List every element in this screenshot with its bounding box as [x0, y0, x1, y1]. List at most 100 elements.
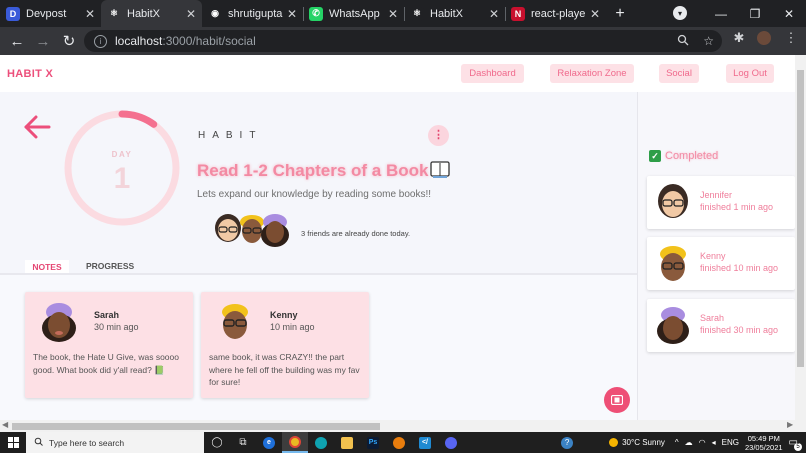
help-icon[interactable]: ? [561, 436, 574, 449]
tab-close-icon[interactable]: ✕ [489, 7, 499, 21]
browser-tab[interactable]: ◉ shrutigupta ✕ [202, 0, 303, 27]
tab-title: react-player [531, 7, 586, 20]
tab-notes[interactable]: NOTES [25, 260, 69, 274]
edge-legacy-icon[interactable]: e [256, 432, 282, 453]
horizontal-scroll-thumb[interactable] [12, 423, 380, 430]
taskbar-search-placeholder: Type here to search [49, 437, 125, 448]
note-avatar-kenny [222, 304, 248, 339]
nav-relaxation-zone[interactable]: Relaxation Zone [550, 64, 634, 83]
completed-heading: ✓ Completed [649, 150, 718, 162]
browser-tab[interactable]: D Devpost ✕ [0, 0, 101, 27]
photoshop-icon[interactable]: Ps [360, 432, 386, 453]
browser-tab[interactable]: ⚛ HabitX ✕ [404, 0, 505, 27]
discord-icon[interactable] [438, 432, 464, 453]
vertical-scrollbar[interactable] [795, 55, 806, 420]
scroll-right-arrow-icon[interactable]: ▶ [787, 420, 793, 429]
media-player-button[interactable] [604, 387, 630, 413]
completed-friend-card: Kenny finished 10 min ago [647, 237, 795, 290]
task-view-icon[interactable]: ⧉ [230, 432, 256, 453]
system-clock[interactable]: 05:49 PM 23/05/2021 [745, 434, 783, 452]
friend-status: finished 30 min ago [700, 325, 779, 335]
extensions-puzzle-icon[interactable]: ✱ [732, 30, 746, 45]
tab-title: HabitX [430, 7, 464, 20]
tab-title: Devpost [26, 7, 67, 20]
nav-log-out[interactable]: Log Out [726, 64, 774, 83]
note-author: Kenny [270, 310, 298, 320]
tab-search-icon[interactable]: ▾ [673, 6, 687, 20]
notification-count: 5 [794, 443, 802, 451]
friend-name: Sarah [700, 313, 725, 323]
day-label: DAY [111, 150, 133, 159]
blender-icon[interactable] [386, 432, 412, 453]
taskbar-search-icon [34, 437, 43, 448]
url-host: localhost [115, 34, 163, 48]
friend-avatar-jennifer [215, 214, 241, 242]
site-info-icon[interactable]: i [94, 34, 107, 48]
back-arrow-icon[interactable] [22, 112, 52, 142]
completed-label: Completed [665, 150, 719, 162]
profile-avatar-icon[interactable] [757, 31, 771, 45]
friend-status: finished 1 min ago [700, 202, 774, 212]
browser-tab[interactable]: ✆ WhatsApp ✕ [303, 0, 404, 27]
omnibox-actions: ☆ [677, 30, 714, 52]
friend-avatar-sarah [261, 214, 289, 247]
chrome-icon[interactable] [282, 432, 308, 453]
address-bar[interactable]: i localhost:3000/habit/social ☆ [84, 30, 722, 52]
minimize-icon[interactable]: — [704, 7, 738, 21]
cortana-icon[interactable]: ◯ [204, 432, 230, 453]
language-indicator[interactable]: ENG [722, 438, 739, 447]
tab-close-icon[interactable]: ✕ [388, 7, 398, 21]
tab-close-icon[interactable]: ✕ [590, 7, 600, 21]
tab-close-icon[interactable]: ✕ [287, 7, 297, 21]
browser-tab[interactable]: ⚛ HabitX ✕ [101, 0, 202, 27]
vertical-scroll-thumb[interactable] [797, 70, 804, 367]
horizontal-scrollbar[interactable]: ◀ ▶ [0, 420, 806, 432]
cloud-icon[interactable]: ☁ [685, 438, 693, 447]
windows-start-icon[interactable] [0, 432, 26, 453]
taskbar-search-box[interactable]: Type here to search [26, 432, 204, 453]
tab-title: shrutigupta [228, 7, 283, 20]
bookmark-star-icon[interactable]: ☆ [703, 34, 714, 48]
habit-options-button[interactable]: ⋮ [428, 125, 449, 146]
note-text: same book, it was CRAZY!! the part where… [209, 352, 360, 387]
browser-menu-icon[interactable]: ⋮ [784, 30, 798, 45]
windows-taskbar: Type here to search ◯ ⧉ e Ps </ ? 30°C S… [0, 432, 806, 453]
tab-close-icon[interactable]: ✕ [186, 7, 196, 21]
volume-icon[interactable]: ◂ [712, 438, 716, 447]
window-controls: — ❐ ✕ [704, 0, 806, 27]
nav-social[interactable]: Social [659, 64, 699, 83]
tray-chevron-icon[interactable]: ^ [675, 438, 679, 447]
note-card: Sarah 30 min ago The book, the Hate U Gi… [25, 292, 193, 398]
scroll-left-arrow-icon[interactable]: ◀ [2, 420, 8, 429]
film-icon [611, 395, 623, 405]
file-explorer-icon[interactable] [334, 432, 360, 453]
completed-avatar-jennifer [658, 184, 688, 218]
tab-close-icon[interactable]: ✕ [85, 7, 95, 21]
completed-avatar-sarah [657, 307, 689, 344]
system-tray: ? 30°C Sunny ^ ☁ ◠ ◂ ENG 05:49 PM 23/05/… [561, 432, 806, 453]
back-nav-icon[interactable]: ← [4, 33, 30, 50]
friend-status: finished 10 min ago [700, 263, 779, 273]
tab-progress[interactable]: PROGRESS [86, 261, 134, 271]
completed-sidebar: ✓ Completed Jennifer finished 1 min ago … [637, 92, 795, 420]
reload-icon[interactable]: ↻ [56, 32, 82, 50]
browser-tab[interactable]: Nreact-player ✕ [505, 0, 606, 27]
forward-nav-icon[interactable]: → [30, 33, 56, 50]
new-tab-button[interactable]: + [606, 0, 634, 27]
notifications-icon[interactable]: ▭ 5 [789, 437, 802, 451]
note-text: The book, the Hate U Give, was soooo goo… [33, 352, 179, 375]
tab-title: WhatsApp [329, 7, 380, 20]
edge-icon[interactable] [308, 432, 334, 453]
nav-dashboard[interactable]: Dashboard [461, 64, 524, 83]
habit-title: Read 1-2 Chapters of a Book [197, 161, 429, 180]
wifi-icon[interactable]: ◠ [699, 438, 706, 447]
maximize-icon[interactable]: ❐ [738, 7, 772, 21]
habit-main: DAY 1 HABIT ⋮ Read 1-2 Chapters of a Boo… [0, 92, 637, 420]
friend-name: Jennifer [700, 190, 733, 200]
weather-text[interactable]: 30°C Sunny [622, 438, 665, 447]
url-path: :3000/habit/social [162, 34, 256, 48]
brand-logo[interactable]: HABIT X [7, 68, 53, 80]
vscode-icon[interactable]: </ [412, 432, 438, 453]
close-window-icon[interactable]: ✕ [772, 7, 806, 21]
zoom-search-icon[interactable] [677, 34, 689, 49]
